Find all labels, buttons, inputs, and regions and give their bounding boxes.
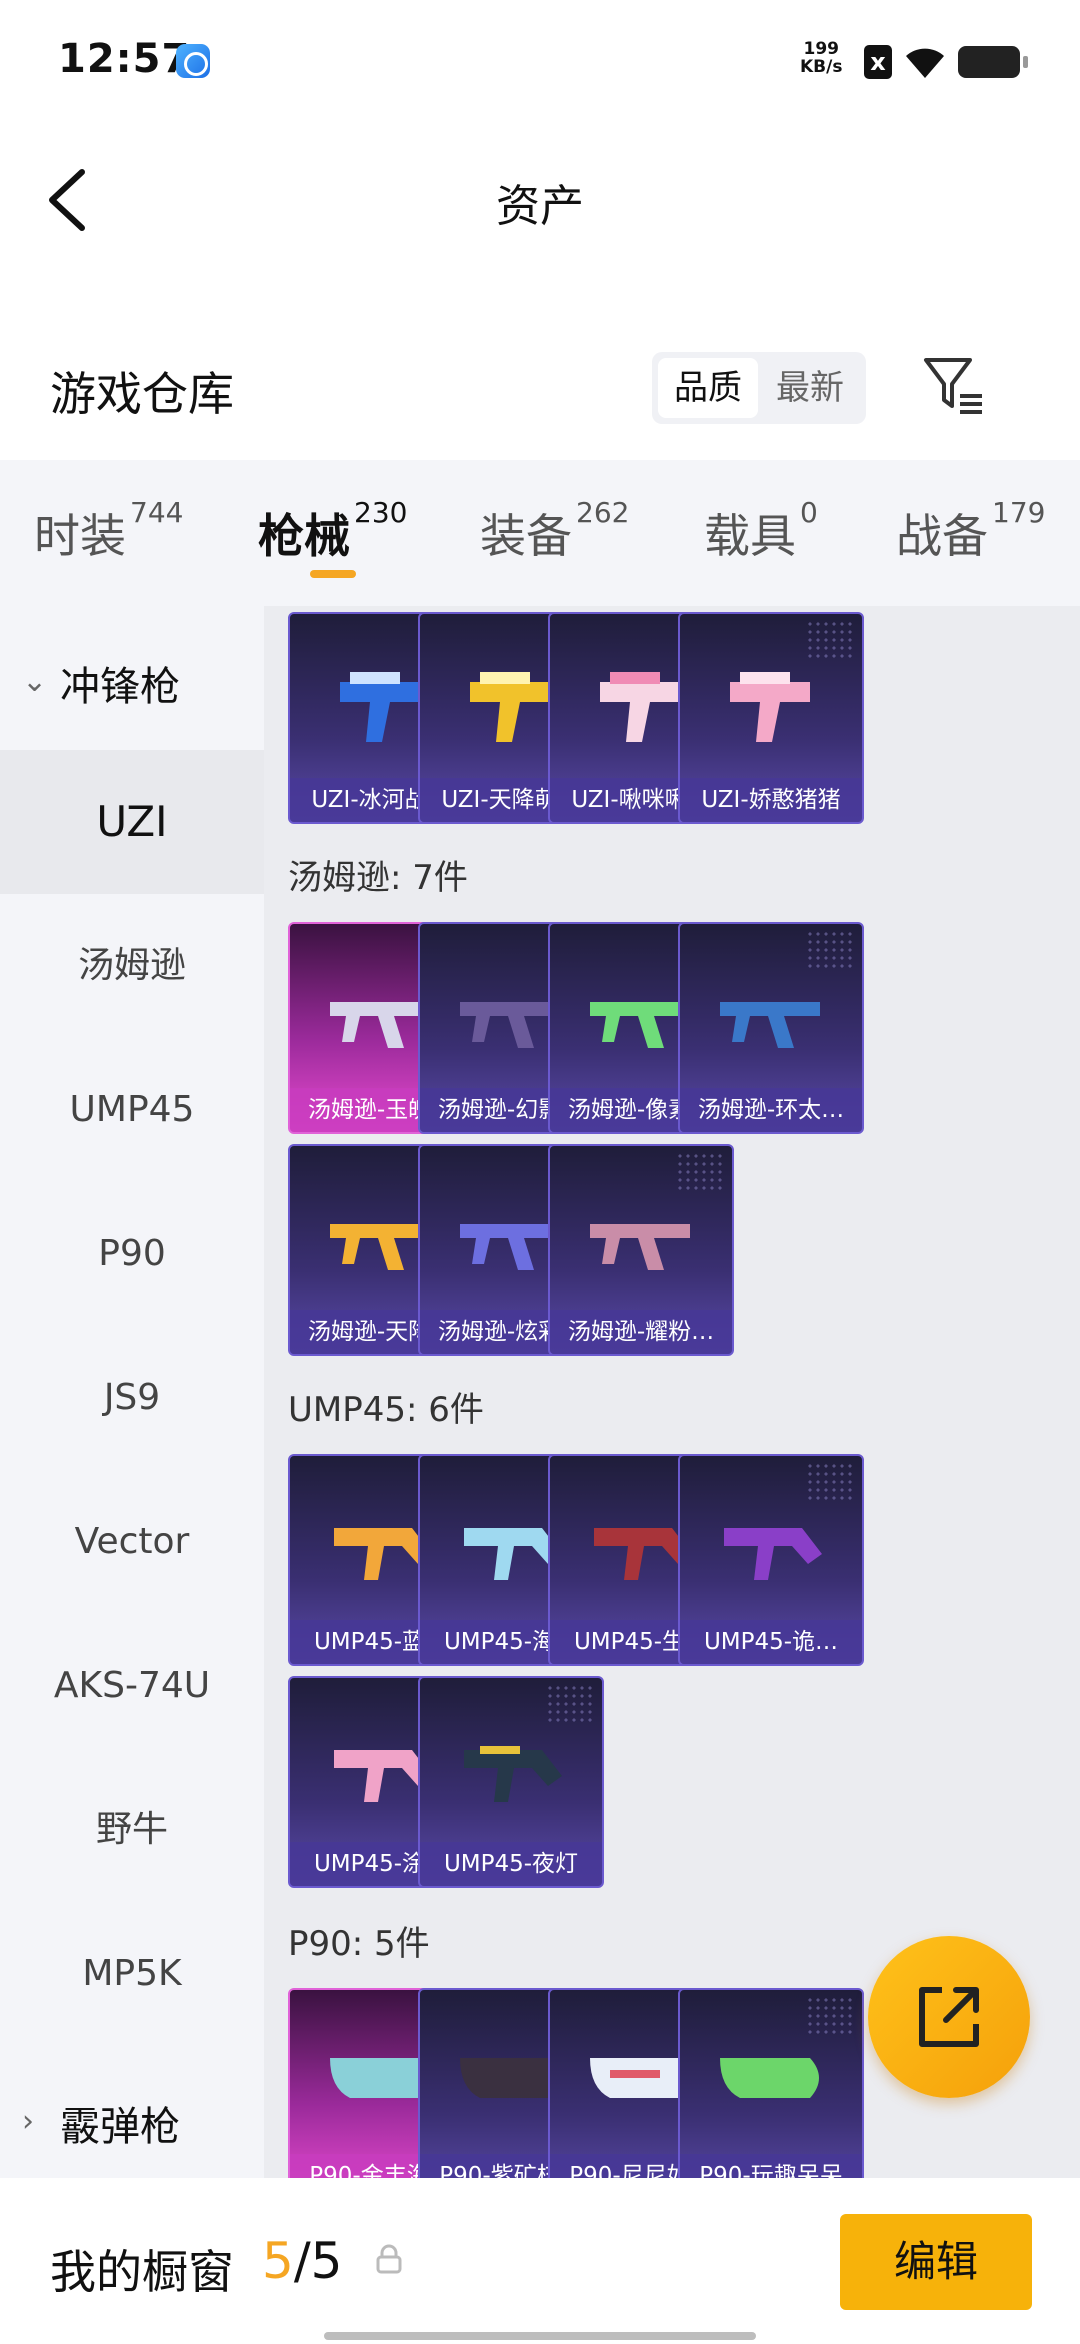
showcase-total: /5 xyxy=(293,2232,343,2290)
showcase-label: 我的橱窗 xyxy=(50,2245,234,2299)
uzi-skin-icon xyxy=(730,672,810,742)
weapon-name: UZI-娇憨猪猪 xyxy=(680,778,862,822)
tab-fashion[interactable]: 时装 744 xyxy=(34,496,183,566)
weapon-card[interactable]: UMP45-诡… xyxy=(678,1454,864,1666)
sidebar-group-smg[interactable]: ⌄ 冲锋枪 xyxy=(0,606,264,746)
weapon-name: 汤姆逊-耀粉… xyxy=(550,1310,732,1354)
chevron-right-icon: › xyxy=(22,2104,34,2139)
section-header-p90: P90: 5件 xyxy=(288,1924,430,1964)
chevron-down-icon: ⌄ xyxy=(22,664,48,699)
sidebar-item-uzi[interactable]: UZI xyxy=(0,750,264,894)
tab-count: 179 xyxy=(992,496,1046,529)
tab-equipment[interactable]: 装备 262 xyxy=(480,496,629,566)
showcase-bar: 我的橱窗 5/5 编辑 xyxy=(0,2178,1080,2344)
network-speed: 199 KB/s xyxy=(800,40,842,76)
browser-app-icon xyxy=(176,44,210,78)
tab-label: 枪械 xyxy=(258,509,350,563)
sort-toggle: 品质 最新 xyxy=(652,352,866,424)
sidebar-item-thompson[interactable]: 汤姆逊 xyxy=(0,894,264,1038)
tab-guns[interactable]: 枪械 230 xyxy=(258,496,407,566)
tab-label: 装备 xyxy=(480,509,572,563)
edit-button[interactable]: 编辑 xyxy=(840,2214,1032,2310)
sidebar-item-vector[interactable]: Vector xyxy=(0,1470,264,1614)
ump45-skin-icon xyxy=(724,1528,822,1580)
home-indicator[interactable] xyxy=(324,2332,756,2340)
page-title: 资产 xyxy=(496,181,584,232)
sidebar-item-js9[interactable]: JS9 xyxy=(0,1326,264,1470)
status-time: 12:57 xyxy=(58,36,191,82)
sidebar-group-shotgun[interactable]: › 霰弹枪 xyxy=(0,2046,264,2186)
network-speed-value: 199 xyxy=(803,39,839,59)
weapon-card[interactable]: 汤姆逊-环太… xyxy=(678,922,864,1134)
weapon-card[interactable]: 汤姆逊-耀粉… xyxy=(548,1144,734,1356)
sort-option-quality[interactable]: 品质 xyxy=(658,358,758,418)
tab-label: 时装 xyxy=(34,509,126,563)
tab-count: 230 xyxy=(354,496,408,529)
sidebar-group-label: 霰弹枪 xyxy=(60,2104,180,2150)
no-sim-icon: x xyxy=(864,45,892,79)
tab-supplies[interactable]: 战备 179 xyxy=(896,496,1045,566)
wifi-icon xyxy=(906,48,944,78)
category-tabs: 时装 744 枪械 230 装备 262 载具 0 战备 179 xyxy=(0,460,1080,610)
tab-count: 262 xyxy=(576,496,630,529)
share-fab[interactable] xyxy=(868,1936,1030,2098)
lock-icon xyxy=(376,2244,402,2274)
status-bar: 12:57 199 KB/s x xyxy=(0,0,1080,120)
weapon-card[interactable]: UZI-娇憨猪猪 xyxy=(678,612,864,824)
weapon-name: 汤姆逊-环太… xyxy=(680,1088,862,1132)
section-header-thompson: 汤姆逊: 7件 xyxy=(288,858,468,898)
weapon-card[interactable]: P90-玩趣呆呆 xyxy=(678,1988,864,2178)
weapon-card[interactable]: UMP45-夜灯 xyxy=(418,1676,604,1888)
weapon-name: UMP45-夜灯 xyxy=(420,1842,602,1886)
active-tab-indicator xyxy=(310,570,356,578)
sidebar-group-label: 冲锋枪 xyxy=(60,664,180,710)
battery-icon xyxy=(958,46,1028,78)
sort-option-newest[interactable]: 最新 xyxy=(760,358,860,418)
p90-skin-icon xyxy=(720,2058,819,2098)
sidebar-item-bizon[interactable]: 野牛 xyxy=(0,1758,264,1902)
top-nav: 资产 xyxy=(0,130,1080,260)
tab-count: 744 xyxy=(130,496,184,529)
filter-icon[interactable] xyxy=(920,352,986,418)
sidebar-item-ump45[interactable]: UMP45 xyxy=(0,1038,264,1182)
weapon-name: UMP45-诡… xyxy=(680,1620,862,1664)
ump45-skin-icon xyxy=(464,1746,562,1802)
section-header-ump45: UMP45: 6件 xyxy=(288,1390,484,1430)
showcase-count: 5/5 xyxy=(262,2232,342,2290)
sidebar-item-aks74u[interactable]: AKS-74U xyxy=(0,1614,264,1758)
tab-vehicles[interactable]: 载具 0 xyxy=(704,496,818,566)
sidebar-item-p90[interactable]: P90 xyxy=(0,1182,264,1326)
showcase-used: 5 xyxy=(262,2232,294,2290)
weapon-name: P90-玩趣呆呆 xyxy=(680,2154,862,2178)
weapon-type-sidebar: ⌄ 冲锋枪 UZI 汤姆逊 UMP45 P90 JS9 Vector AKS-7… xyxy=(0,606,264,2178)
storage-title: 游戏仓库 xyxy=(50,367,234,421)
thompson-skin-icon xyxy=(590,1224,690,1270)
sidebar-item-mp5k[interactable]: MP5K xyxy=(0,1902,264,2046)
tab-label: 载具 xyxy=(704,509,796,563)
tab-label: 战备 xyxy=(896,509,988,563)
network-speed-unit: KB/s xyxy=(800,57,843,77)
share-icon xyxy=(919,1987,979,2047)
thompson-skin-icon xyxy=(720,1002,820,1048)
tab-count: 0 xyxy=(800,496,818,529)
